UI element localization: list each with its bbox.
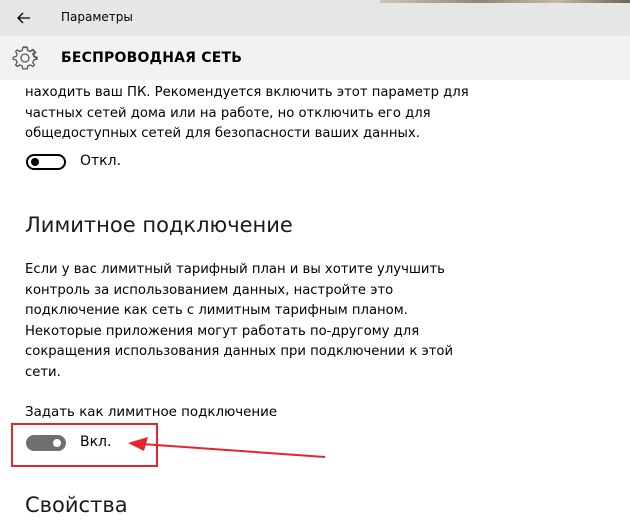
metered-toggle-label: Вкл.	[80, 434, 112, 450]
description-line: сокращения использования данных при подк…	[25, 344, 454, 359]
discovery-description: находить ваш ПК. Рекомендуется включить …	[25, 83, 585, 145]
description-line: частных сетей дома или на работе, но отк…	[25, 105, 431, 121]
window-title: Параметры	[61, 10, 133, 24]
page-header: БЕСПРОВОДНАЯ СЕТЬ	[0, 36, 630, 80]
metered-toggle[interactable]	[26, 435, 66, 451]
description-line: находить ваш ПК. Рекомендуется включить …	[25, 85, 469, 100]
metered-description: Если у вас лимитный тарифный план и вы х…	[25, 260, 585, 383]
discovery-toggle-label: Откл.	[80, 153, 122, 169]
toggle-knob	[53, 439, 61, 447]
description-line: подключение как сеть с лимитным тарифным…	[25, 303, 408, 318]
metered-setting-label: Задать как лимитное подключение	[25, 405, 278, 420]
arrow-left-icon	[17, 12, 30, 24]
description-line: общедоступных сетей для безопасности ваш…	[25, 126, 420, 141]
page-title: БЕСПРОВОДНАЯ СЕТЬ	[61, 50, 243, 66]
description-line: Некоторые приложения могут работать по-д…	[25, 323, 420, 339]
metered-heading: Лимитное подключение	[25, 213, 293, 237]
properties-heading: Свойства	[25, 493, 128, 517]
description-line: Если у вас лимитный тарифный план и вы х…	[25, 262, 445, 277]
description-line: сети.	[25, 364, 61, 380]
title-bar: Параметры	[0, 0, 630, 36]
settings-content: находить ваш ПК. Рекомендуется включить …	[0, 80, 630, 529]
discovery-toggle[interactable]	[26, 154, 66, 170]
gear-icon	[12, 46, 38, 70]
back-button[interactable]	[0, 0, 48, 36]
window-decoration	[380, 0, 630, 3]
description-line: контроль за использованием данных, настр…	[25, 282, 394, 298]
toggle-knob	[31, 158, 39, 166]
annotation-arrow-icon	[128, 437, 326, 458]
